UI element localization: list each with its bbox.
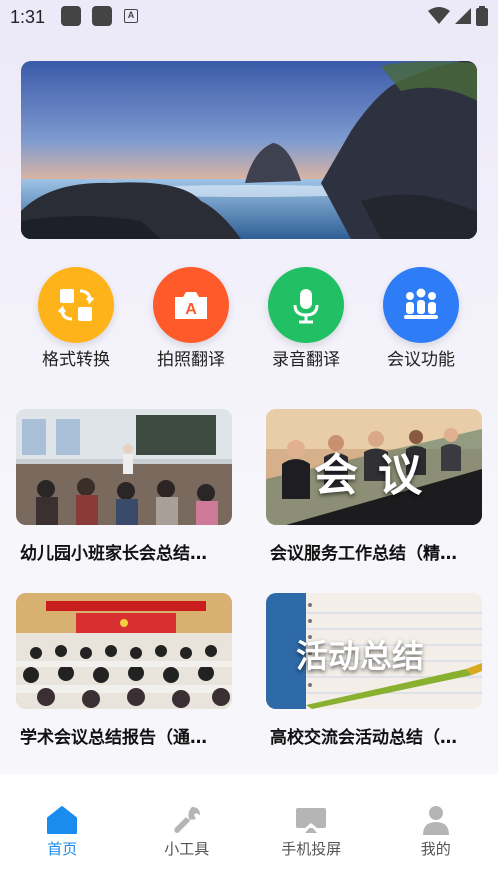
article-thumbnail: 活动总结 [266,593,482,709]
article-thumbnail: 会议 [266,409,482,525]
nav-label: 小工具 [164,840,210,858]
wrench-icon [125,804,250,836]
camera-translate-icon: A [153,267,229,343]
feature-format-convert[interactable]: 格式转换 [26,267,126,370]
notification-icon [92,6,112,26]
nav-label: 首页 [47,840,78,858]
article-title: 学术会议总结报告（通… [20,728,207,748]
feature-label: 拍照翻译 [157,350,225,370]
thumbnail-overlay-text: 会议 [314,450,442,501]
nav-label: 我的 [420,840,451,858]
article-thumbnail [16,409,232,525]
battery-icon [476,6,488,26]
status-time: 1:31 [10,7,46,27]
nav-home[interactable]: 首页 [0,774,125,885]
screen-cast-icon [249,804,374,836]
article-title: 高校交流会活动总结（… [270,728,457,748]
article-card[interactable]: 会议 会议服务工作总结（精… [266,409,482,564]
feature-photo-translate[interactable]: A 拍照翻译 [141,267,241,370]
home-icon [0,804,125,836]
feature-label: 格式转换 [42,350,110,370]
nav-mine[interactable]: 我的 [374,774,498,885]
article-thumbnail [16,593,232,709]
feature-label: 录音翻译 [272,350,340,370]
article-title: 会议服务工作总结（精… [270,544,457,564]
nav-tools[interactable]: 小工具 [125,774,250,885]
status-bar: 1:31 A [0,0,498,34]
convert-icon [38,267,114,343]
article-card[interactable]: 幼儿园小班家长会总结… [16,409,232,564]
user-icon [374,804,498,836]
feature-label: 会议功能 [387,350,455,370]
article-card[interactable]: 活动总结 高校交流会活动总结（… [266,593,482,748]
microphone-icon [268,267,344,343]
notification-icon [61,6,81,26]
signal-icon [455,8,471,24]
article-title: 幼儿园小班家长会总结… [20,544,207,564]
nav-label: 手机投屏 [281,840,342,858]
meeting-icon [383,267,459,343]
banner-image[interactable] [21,61,477,239]
feature-audio-translate[interactable]: 录音翻译 [256,267,356,370]
feature-meeting[interactable]: 会议功能 [371,267,471,370]
thumbnail-overlay-text: 活动总结 [296,637,425,675]
nav-screen-cast[interactable]: 手机投屏 [249,774,374,885]
article-card[interactable]: 学术会议总结报告（通… [16,593,232,748]
keyboard-badge-icon: A [124,9,138,23]
bottom-nav: 首页 小工具 手机投屏 我的 [0,774,498,885]
wifi-icon [428,7,450,24]
svg-text:A: A [185,301,197,318]
